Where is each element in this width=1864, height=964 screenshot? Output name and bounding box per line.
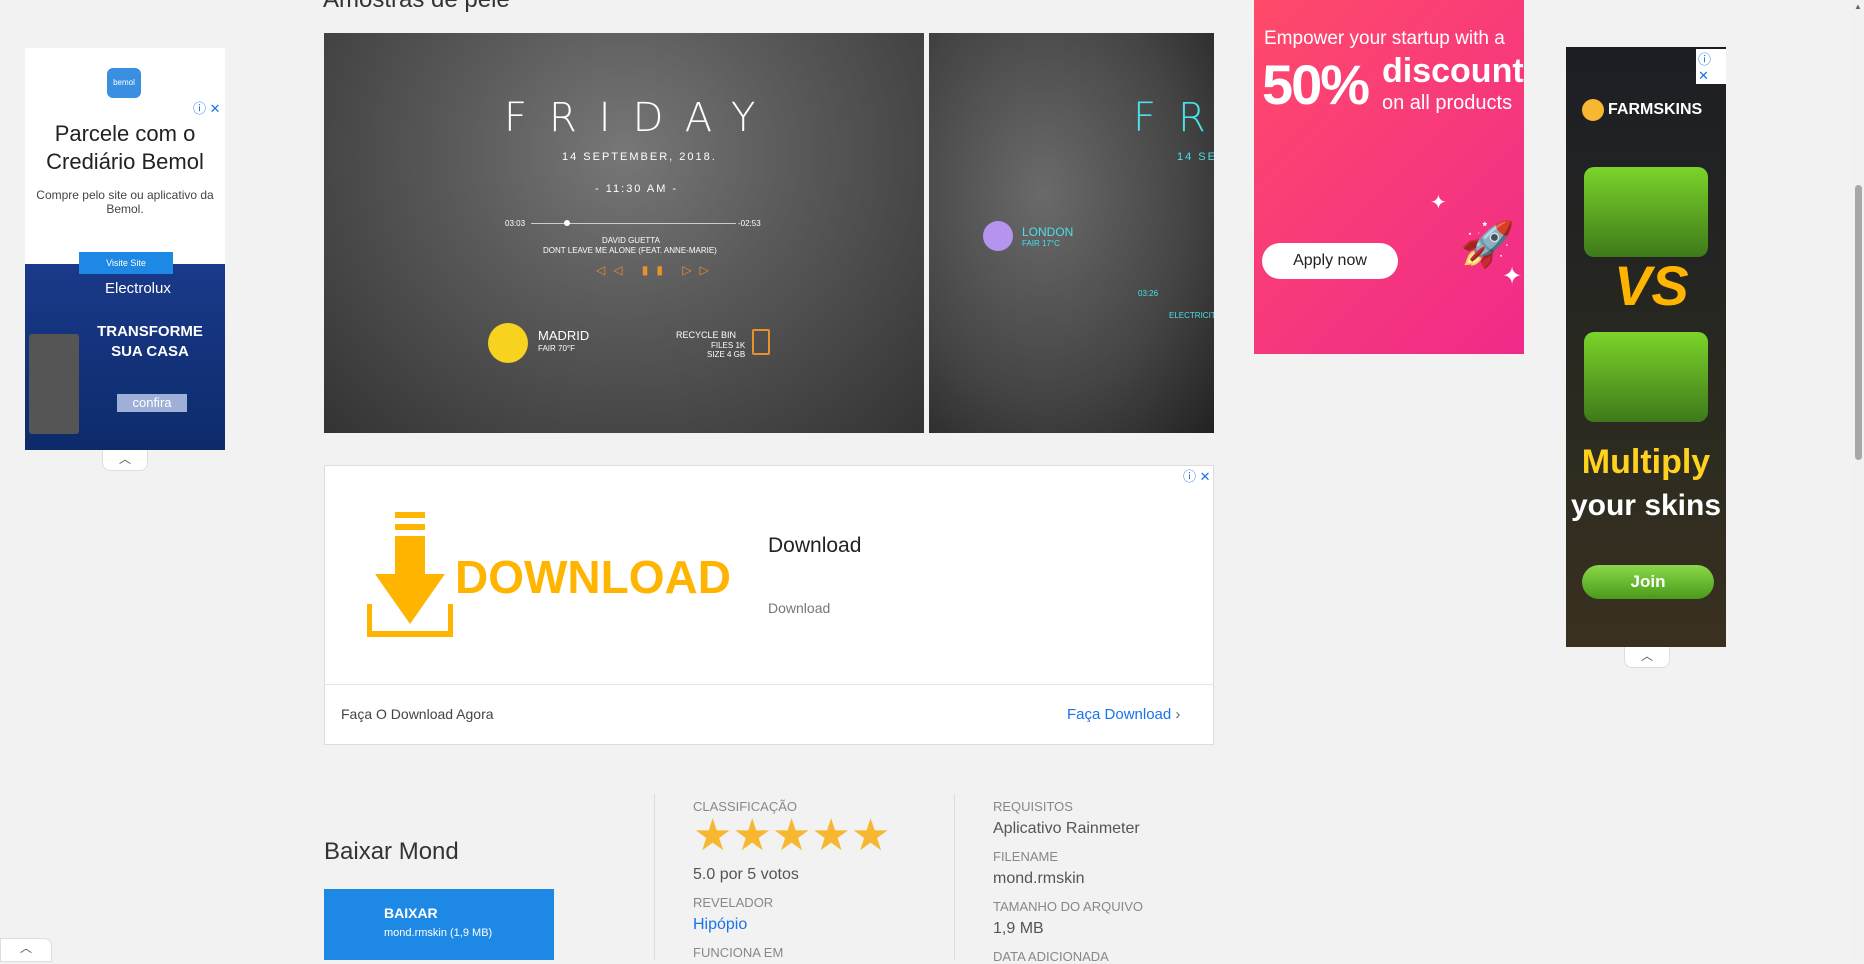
ad-startup-line3: on all products [1382, 92, 1513, 114]
ad-startup-discount: discount [1382, 52, 1524, 90]
join-button[interactable]: Join [1582, 565, 1714, 599]
divider [954, 794, 955, 960]
vs-text: VS [1614, 254, 1689, 317]
section-title: Amostras de pele [323, 0, 510, 14]
download-graphic-text: DOWNLOAD [455, 551, 731, 603]
weather-city: LONDON [1022, 225, 1074, 239]
rating-text: 5.0 por 5 votos [693, 866, 799, 883]
sparkle-icon: ✦ [1502, 263, 1523, 290]
confira-button[interactable]: confira [117, 394, 187, 412]
ad-download-link[interactable]: Faça Download › [1067, 706, 1180, 723]
scroll-up-icon[interactable]: ▲ [1854, 2, 1862, 11]
chevron-up-icon: ︿ [118, 452, 131, 466]
ad-startup[interactable]: Empower your startup with a 50% discount… [1254, 0, 1524, 354]
ad-headline: Parcele com o Crediário Bemol [46, 121, 204, 174]
requirements-value: Aplicativo Rainmeter [993, 820, 1140, 837]
ad-farmskins[interactable]: ⓘ ✕ FARMSKINS VS Multiply your skins Joi… [1566, 47, 1726, 647]
recycle-bin-files: FILES 1K [711, 341, 746, 350]
case-image [1584, 332, 1708, 422]
case-image [1584, 167, 1708, 257]
star-icon: ★ [693, 811, 733, 860]
chevron-right-icon: › [1175, 706, 1181, 723]
divider [325, 684, 1213, 685]
collapse-anchor-ad-button[interactable]: ︿ [0, 938, 52, 962]
track-elapsed: 03:03 [505, 219, 526, 228]
ad-startup-percent: 50% [1262, 53, 1370, 116]
star-icon: ★ [850, 811, 891, 860]
rating-stars: ★★★★★ [693, 814, 890, 858]
apply-now-button[interactable]: Apply now [1262, 243, 1398, 279]
star-icon: ★ [732, 811, 772, 860]
recycle-bin-size: SIZE 4 GB [707, 350, 746, 359]
ad-startup-line1: Empower your startup with a [1264, 28, 1505, 49]
ad-farmskins-line1: Multiply [1581, 443, 1711, 481]
skin-date: 14 SEP [1177, 151, 1214, 163]
ad-download[interactable]: ⓘ ✕ DOWNLOAD Download Download Faça O Do… [324, 465, 1214, 745]
chevron-up-icon: ︿ [19, 941, 32, 955]
sparkle-icon: ✦ [1430, 192, 1447, 214]
ad-bemol[interactable]: bemol ⓘ ✕ Parcele com o Crediário Bemol … [25, 48, 225, 450]
ad-download-link-label: Faça Download [1067, 706, 1172, 723]
appliances-image [29, 334, 79, 434]
ad-close-icon[interactable]: ⓘ ✕ [1183, 466, 1211, 485]
ad-download-subtitle: Download [768, 600, 831, 616]
skin-title: FRIDAY [504, 95, 778, 141]
ad-promo-panel: Electrolux TRANSFORME SUA CASA confira [25, 264, 225, 450]
skin-time: - 11:30 AM - [595, 183, 679, 195]
track-progress-bar [531, 223, 736, 224]
chevron-up-icon: ︿ [1640, 649, 1653, 663]
ad-footer-text: Faça O Download Agora [341, 706, 494, 722]
collapse-ad-button[interactable]: ︿ [102, 450, 148, 471]
weather-desc: FAIR 70°F [538, 344, 575, 353]
filename-value: mond.rmskin [993, 870, 1085, 887]
skin-screenshot[interactable]: FRI 14 SEP LONDON FAIR 17°C 03:26 ELECTR… [929, 33, 1214, 433]
developer-link[interactable]: Hipópio [693, 916, 747, 934]
download-button[interactable]: BAIXAR mond.rmskin (1,9 MB) [324, 889, 554, 960]
track-title: DONT LEAVE ME ALONE (FEAT. ANNE-MARIE) [543, 246, 717, 255]
skin-screenshot[interactable]: FRIDAY 14 SEPTEMBER, 2018. - 11:30 AM - … [324, 33, 924, 433]
divider [654, 794, 655, 960]
track-progress-knob [564, 220, 570, 226]
download-arrow-icon [367, 512, 453, 637]
track-remaining: -02:53 [738, 219, 761, 228]
track-elapsed: 03:26 [1138, 289, 1159, 298]
works-on-label: FUNCIONA EM [693, 945, 784, 960]
scrollbar-track[interactable] [1852, 0, 1864, 960]
filename-label: FILENAME [993, 849, 1059, 864]
skin-date: 14 SEPTEMBER, 2018. [562, 151, 717, 163]
ad-promo-text: TRANSFORME SUA CASA [97, 323, 203, 360]
page-heading: Baixar Mond [324, 838, 459, 865]
farmskins-logo-icon [1582, 99, 1604, 121]
status-text: ELECTRICITY (F [1169, 311, 1214, 320]
farmskins-logo: FARMSKINS [1608, 101, 1703, 118]
download-button-file: mond.rmskin (1,9 MB) [384, 927, 493, 939]
recycle-bin-icon [752, 329, 770, 355]
skin-title: FRI [1133, 95, 1214, 141]
media-controls-icon: ◁◁ ▮▮ ▷▷ [596, 263, 717, 277]
ad-close-icon[interactable]: ⓘ ✕ [1696, 49, 1726, 84]
star-icon: ★ [811, 811, 851, 860]
moon-icon [983, 221, 1013, 251]
ad-close-icon[interactable]: ⓘ ✕ [193, 98, 221, 117]
collapse-ad-button[interactable]: ︿ [1624, 647, 1670, 668]
scrollbar-thumb[interactable] [1855, 185, 1862, 460]
date-added-label: DATA ADICIONADA [993, 949, 1109, 964]
ad-download-title: Download [768, 534, 862, 557]
ad-farmskins-line2: your skins [1570, 489, 1722, 522]
track-artist: DAVID GUETTA [602, 236, 660, 245]
developer-label: REVELADOR [693, 895, 774, 910]
recycle-bin-title: RECYCLE BIN [676, 330, 737, 340]
weather-city: MADRID [538, 328, 590, 343]
bemol-logo: bemol [107, 68, 141, 98]
requirements-label: REQUISITOS [993, 799, 1073, 814]
electrolux-logo: Electrolux [105, 280, 171, 297]
download-button-label: BAIXAR [384, 905, 438, 921]
weather-desc: FAIR 17°C [1022, 239, 1060, 248]
sun-icon [488, 323, 528, 363]
star-icon: ★ [771, 811, 812, 860]
ad-subtext: Compre pelo site ou aplicativo da Bemol. [36, 188, 214, 216]
filesize-value: 1,9 MB [993, 920, 1044, 937]
filesize-label: TAMANHO DO ARQUIVO [993, 899, 1143, 914]
visit-site-button[interactable]: Visite Site [79, 252, 173, 274]
